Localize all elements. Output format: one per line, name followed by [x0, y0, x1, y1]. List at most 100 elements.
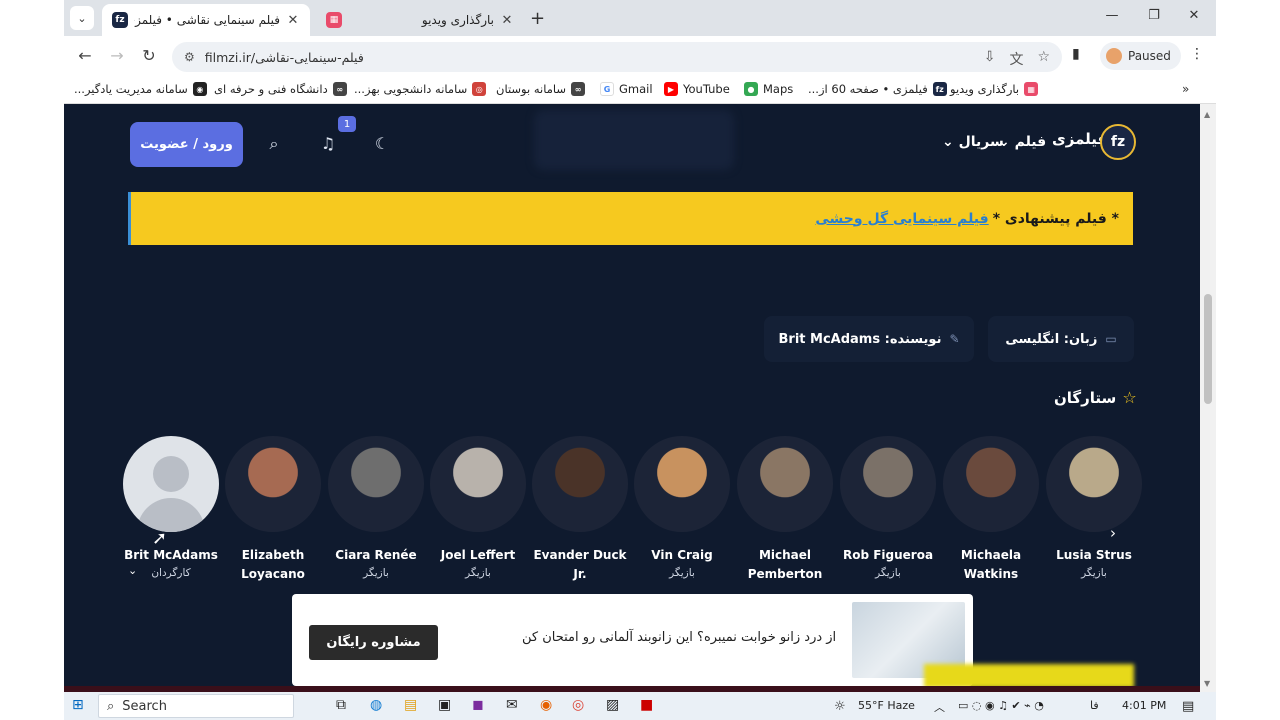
- more-bookmarks-icon[interactable]: »: [1182, 82, 1189, 96]
- install-app-icon[interactable]: ⇩: [984, 49, 996, 69]
- promo-link[interactable]: فیلم سینمایی گل وحشی: [815, 211, 988, 227]
- search-icon[interactable]: ⌕: [262, 134, 286, 154]
- cast-name[interactable]: Lusia Strus: [1044, 546, 1144, 565]
- tab-filmzi[interactable]: fz فیلم سینمایی نقاشی • فیلمزی ✕: [102, 4, 310, 36]
- cast-photo[interactable]: [634, 436, 730, 532]
- cast-name[interactable]: Michael Pemberton: [735, 546, 835, 584]
- cast-photo[interactable]: [1046, 436, 1142, 532]
- cast-photo[interactable]: [430, 436, 526, 532]
- nav-series[interactable]: سریال ⌄: [942, 134, 1004, 150]
- cast-member[interactable]: Evander Duck Jr.: [530, 436, 630, 584]
- cast-member[interactable]: Vin Craig بازیگر: [632, 436, 732, 579]
- cast-name[interactable]: Rob Figueroa: [838, 546, 938, 565]
- photos-icon[interactable]: ▨: [606, 697, 619, 713]
- chrome-icon[interactable]: ◎: [572, 697, 584, 713]
- restore-icon[interactable]: ❐: [1144, 8, 1164, 23]
- cast-name[interactable]: Brit McAdams: [121, 546, 221, 565]
- google-icon: G: [600, 82, 614, 96]
- cast-photo[interactable]: [737, 436, 833, 532]
- new-tab-icon[interactable]: +: [530, 8, 545, 29]
- moon-icon[interactable]: ☾: [370, 134, 394, 153]
- clock[interactable]: 4:01 PM: [1122, 699, 1166, 712]
- writer-text: نویسنده: Brit McAdams: [778, 331, 942, 347]
- cast-name[interactable]: Ciara Renée: [326, 546, 426, 565]
- close-tab-icon[interactable]: ✕: [500, 13, 514, 28]
- cast-role: بازیگر: [363, 567, 389, 579]
- cast-name[interactable]: Vin Craig: [632, 546, 732, 565]
- file-explorer-icon[interactable]: ▤: [404, 697, 417, 713]
- login-button[interactable]: ورود / عضویت: [130, 122, 243, 167]
- bookmark-university[interactable]: ∞ دانشگاه فنی و حرفه ای: [214, 82, 347, 96]
- language-indicator[interactable]: فا: [1090, 699, 1099, 712]
- store-icon[interactable]: ▣: [438, 697, 451, 713]
- cast-photo[interactable]: [328, 436, 424, 532]
- cast-photo[interactable]: [943, 436, 1039, 532]
- bell-icon[interactable]: ♫: [316, 134, 340, 153]
- scrollbar[interactable]: ▲ ▼: [1200, 104, 1216, 692]
- profile-button[interactable]: Paused: [1100, 42, 1181, 70]
- site-settings-icon[interactable]: ⚙: [184, 50, 195, 64]
- site-logo[interactable]: fz: [1100, 124, 1136, 160]
- cast-photo[interactable]: [225, 436, 321, 532]
- video-editor-icon[interactable]: ■: [640, 697, 653, 713]
- minimize-icon[interactable]: —: [1102, 8, 1122, 23]
- cast-name[interactable]: Elizabeth Loyacano: [223, 546, 323, 584]
- chevron-down-icon[interactable]: ⌄: [128, 564, 137, 577]
- bookmark-filmzi[interactable]: fz فیلمزی • صفحه 60 از...: [808, 82, 947, 96]
- xd-icon[interactable]: ◼: [472, 697, 484, 713]
- forward-icon[interactable]: →: [106, 46, 128, 65]
- bookmark-lms[interactable]: ◉ سامانه مدیریت یادگیر...: [74, 82, 207, 96]
- weather-icon[interactable]: ☼: [834, 699, 846, 714]
- tab-search-chevron-icon[interactable]: ⌄: [70, 6, 94, 30]
- bookmark-bustan[interactable]: ∞ سامانه بوستان: [496, 82, 586, 96]
- menu-icon[interactable]: ⋮: [1190, 46, 1204, 62]
- close-window-icon[interactable]: ✕: [1184, 8, 1204, 23]
- bookmark-youtube[interactable]: ▶ YouTube: [664, 82, 730, 96]
- address-bar[interactable]: ⚙ filmzi.ir/فیلم-سینمایی-نقاشی ⇩ 文 ☆: [172, 42, 1062, 72]
- cast-member[interactable]: Michaela Watkins: [941, 436, 1041, 584]
- bookmark-student-portal[interactable]: ◎ سامانه دانشجویی بهز...: [354, 82, 487, 96]
- scroll-down-icon[interactable]: ▼: [1204, 679, 1210, 688]
- language-icon: ▭: [1105, 332, 1117, 346]
- tray-overflow-icon[interactable]: ︿: [934, 699, 945, 715]
- bookmark-maps[interactable]: ● Maps: [744, 82, 793, 96]
- cast-member[interactable]: Rob Figueroa بازیگر: [838, 436, 938, 579]
- cast-member[interactable]: Brit McAdams کارگردان: [121, 436, 221, 579]
- cast-name[interactable]: Evander Duck Jr.: [530, 546, 630, 584]
- tab-upload-video[interactable]: ▦ بارگذاری ویدیو ✕: [316, 4, 524, 36]
- bookmark-gmail[interactable]: G Gmail: [600, 82, 653, 96]
- weather-text[interactable]: 55°F Haze: [858, 699, 915, 712]
- scroll-up-icon[interactable]: ▲: [1204, 110, 1210, 119]
- site-brand[interactable]: فیلمزی: [1052, 130, 1107, 148]
- taskbar-search[interactable]: ⌕ Search: [98, 694, 294, 718]
- carousel-next-icon[interactable]: ›: [1110, 524, 1116, 542]
- cast-name[interactable]: Michaela Watkins: [941, 546, 1041, 584]
- scroll-thumb[interactable]: [1204, 294, 1212, 404]
- nav-film[interactable]: فیلم ⌄: [998, 134, 1046, 150]
- ad-consult-button[interactable]: مشاوره رایگان: [309, 625, 438, 660]
- cast-member[interactable]: Elizabeth Loyacano: [223, 436, 323, 584]
- profile-status: Paused: [1128, 49, 1171, 63]
- side-panel-icon[interactable]: ▮: [1072, 46, 1080, 62]
- bookmark-upload-video[interactable]: ▦ بارگذاری ویدیو: [950, 82, 1039, 96]
- tray-icons[interactable]: ▭ ◌ ◉ ♫ ✔ ⌁ ◔: [958, 699, 1044, 712]
- cast-photo[interactable]: [532, 436, 628, 532]
- task-view-icon[interactable]: ⧉: [336, 697, 346, 713]
- bookmark-star-icon[interactable]: ☆: [1037, 49, 1050, 69]
- reload-icon[interactable]: ↻: [138, 46, 160, 65]
- notifications-icon[interactable]: ▤: [1182, 699, 1194, 714]
- windows-start-icon[interactable]: ⊞: [72, 697, 84, 713]
- translate-icon[interactable]: 文: [1009, 49, 1023, 69]
- cast-member[interactable]: Lusia Strus بازیگر: [1044, 436, 1144, 579]
- cast-member[interactable]: Michael Pemberton: [735, 436, 835, 584]
- cast-name[interactable]: Joel Leffert: [428, 546, 528, 565]
- back-icon[interactable]: ←: [74, 46, 96, 65]
- mail-icon[interactable]: ✉: [506, 697, 518, 713]
- firefox-icon[interactable]: ◉: [540, 697, 552, 713]
- cast-photo[interactable]: [123, 436, 219, 532]
- cast-photo[interactable]: [840, 436, 936, 532]
- close-tab-icon[interactable]: ✕: [286, 13, 300, 28]
- edge-icon[interactable]: ◍: [370, 697, 382, 713]
- cast-member[interactable]: Joel Leffert بازیگر: [428, 436, 528, 579]
- cast-member[interactable]: Ciara Renée بازیگر: [326, 436, 426, 579]
